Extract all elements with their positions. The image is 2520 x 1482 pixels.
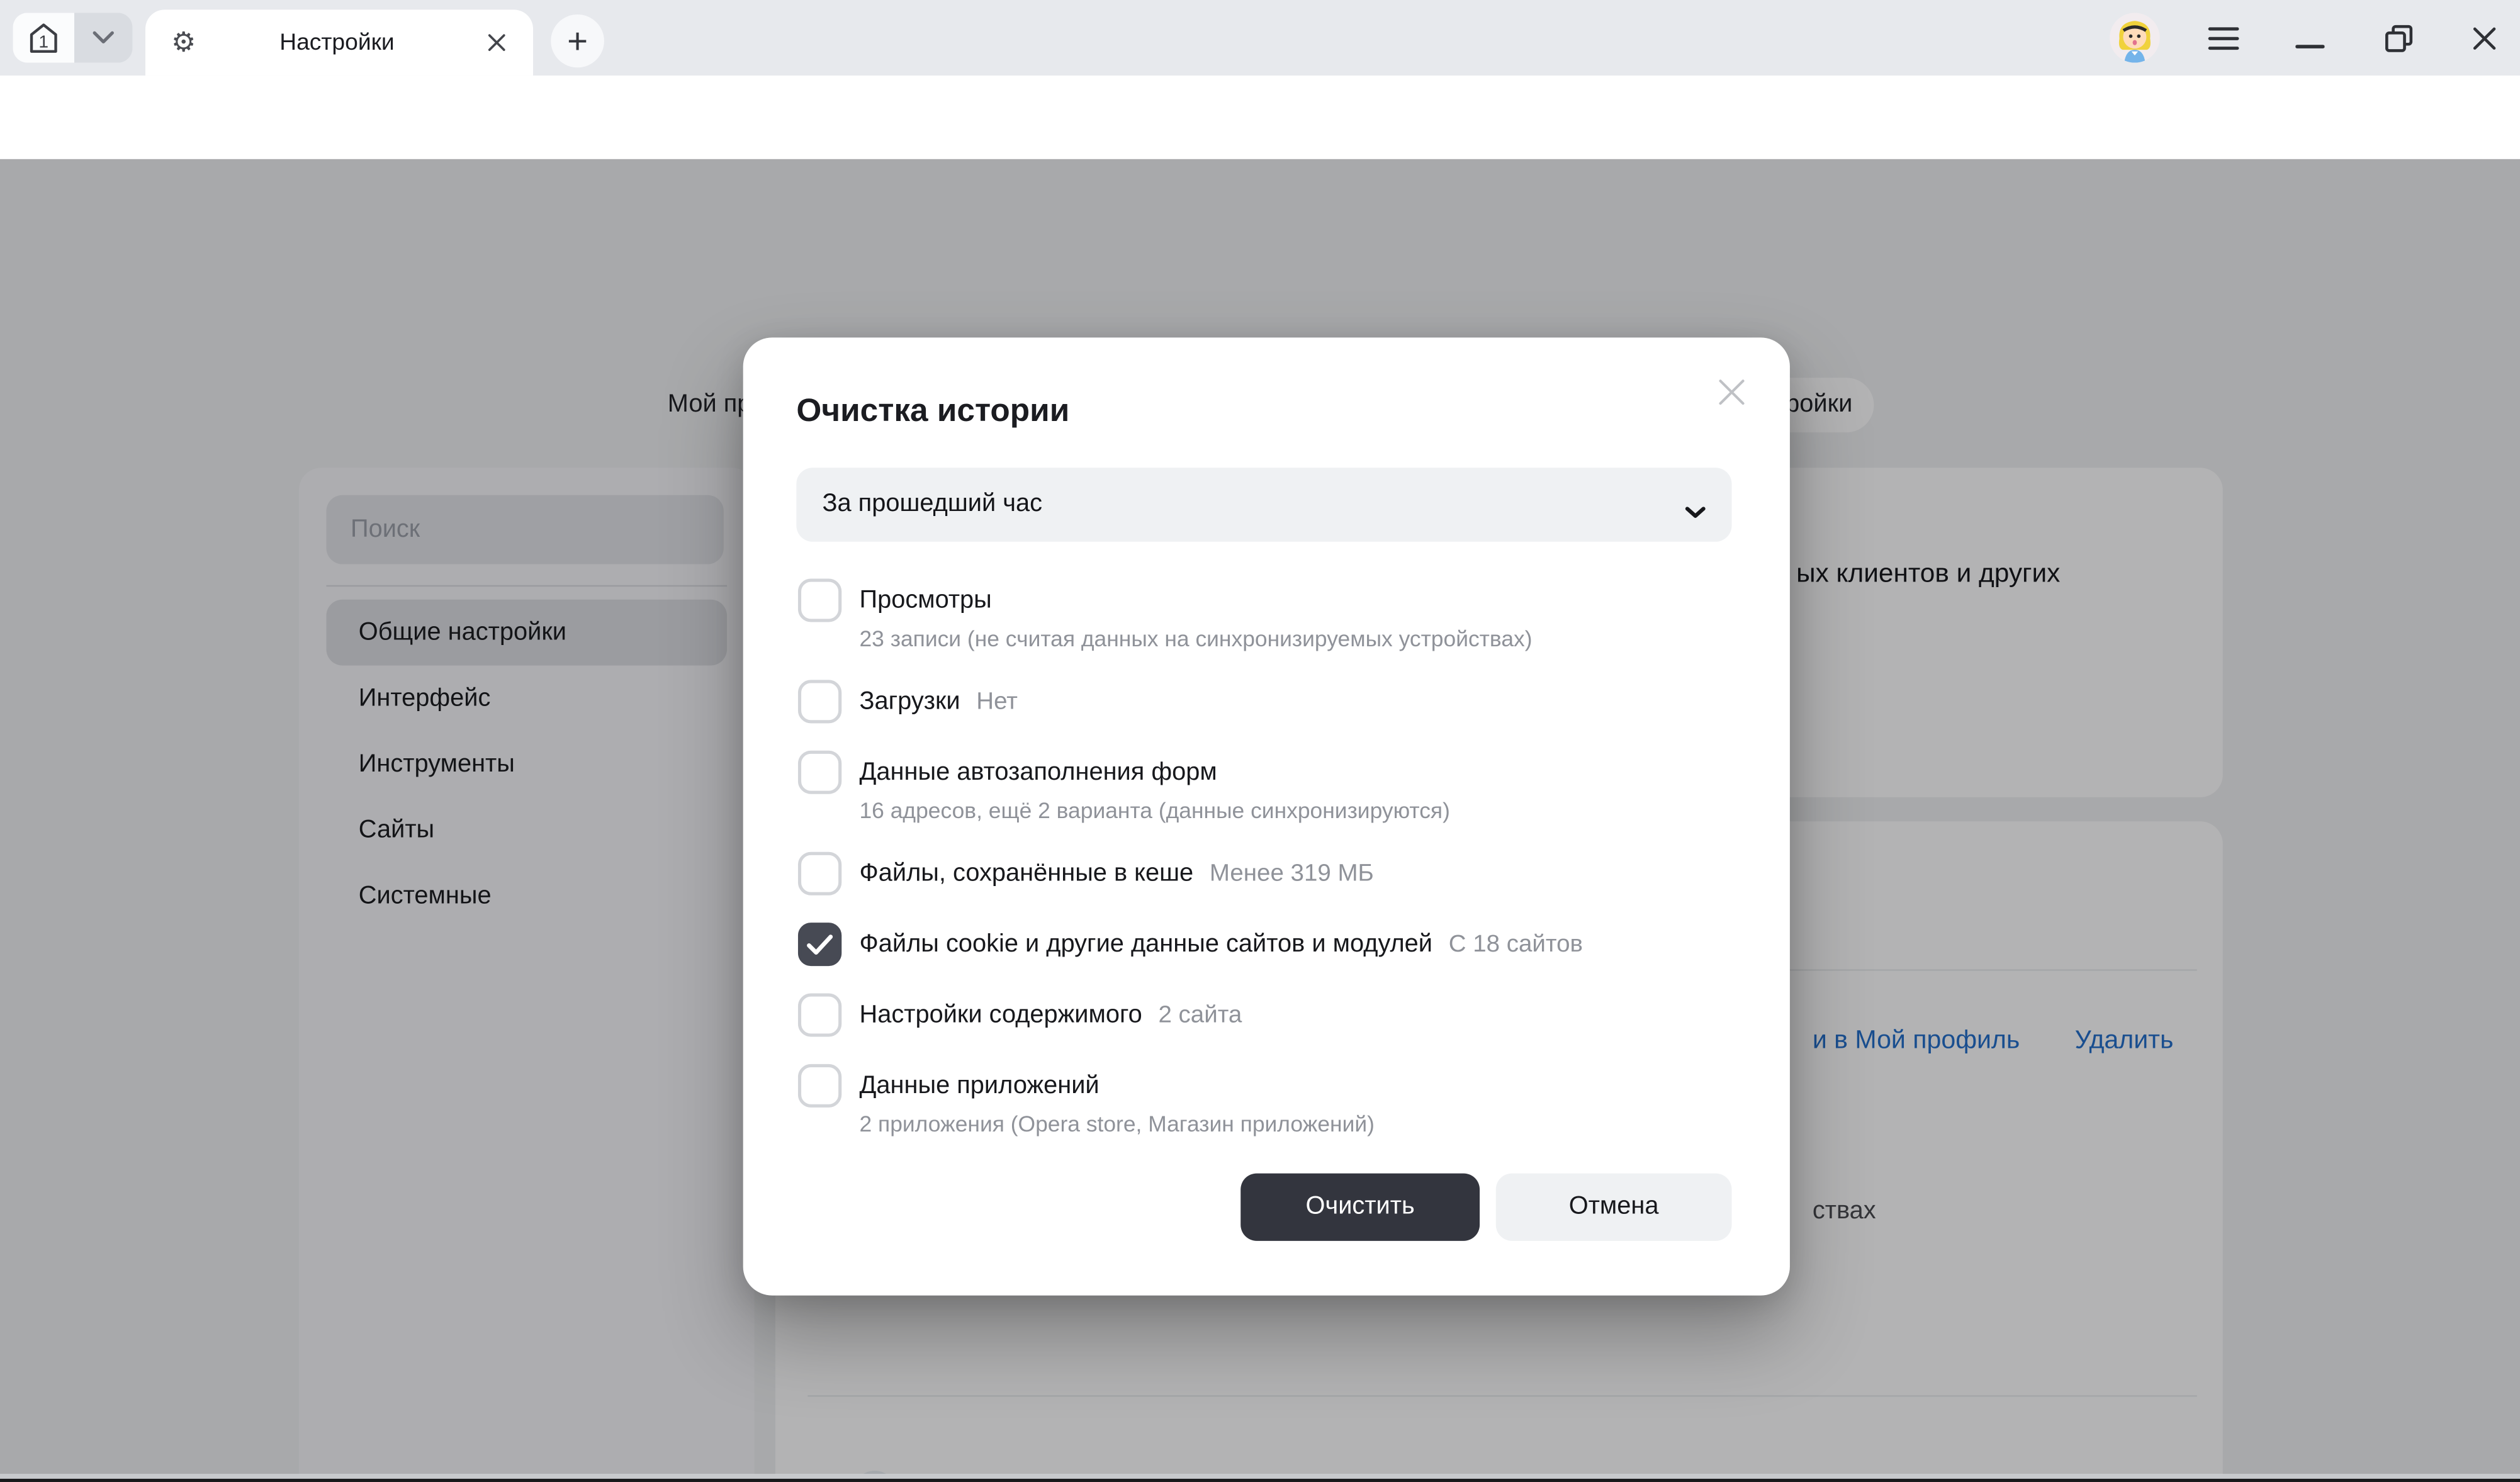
option-text: Данные приложений 2 приложения (Opera st… (859, 1064, 1374, 1143)
option-label: Файлы cookie и другие данные сайтов и мо… (859, 923, 1432, 966)
close-window-button[interactable] (2467, 21, 2502, 56)
clear-history-option[interactable]: Загрузки Нет (798, 680, 1732, 728)
option-value: Нет (976, 688, 1018, 715)
option-text: Просмотры 23 записи (не считая данных на… (859, 579, 1532, 658)
tab-settings[interactable]: ⚙ Настройки (145, 9, 533, 76)
svg-text:1: 1 (38, 31, 48, 50)
dialog-close-button[interactable] (1716, 376, 1748, 408)
tab-strip: 1 ⚙ Настройки + (0, 0, 2520, 76)
screen-bottom-line (0, 1478, 2520, 1482)
restore-icon (2383, 23, 2415, 55)
tab-title: Настройки (196, 30, 478, 55)
clear-history-options: Просмотры 23 записи (не считая данных на… (798, 579, 1732, 1165)
maximize-button[interactable] (2381, 21, 2416, 56)
option-text: Файлы cookie и другие данные сайтов и мо… (859, 923, 1583, 971)
gear-icon: ⚙ (171, 29, 196, 56)
period-select-value: За прошедший час (822, 468, 1042, 541)
close-icon (1717, 378, 1746, 407)
option-label: Просмотры (859, 579, 991, 622)
option-text: Данные автозаполнения форм 16 адресов, е… (859, 751, 1449, 829)
option-label: Данные автозаполнения форм (859, 751, 1217, 794)
minimize-icon (2295, 21, 2324, 56)
tab-count-button[interactable]: 1 (13, 13, 75, 62)
new-tab-button[interactable]: + (551, 14, 604, 67)
option-text: Загрузки Нет (859, 680, 1017, 728)
option-label: Файлы, сохранённые в кеше (859, 852, 1193, 895)
girl-avatar-icon (2110, 13, 2160, 62)
menu-button[interactable] (2205, 21, 2241, 56)
close-icon (487, 34, 505, 52)
option-value: 2 сайта (1158, 1001, 1242, 1028)
clear-history-option[interactable]: Данные автозаполнения форм 16 адресов, е… (798, 751, 1732, 829)
chevron-down-icon (92, 31, 115, 45)
chevron-down-icon (1685, 498, 1706, 527)
clear-history-option[interactable]: Файлы cookie и другие данные сайтов и мо… (798, 923, 1732, 971)
checkbox[interactable] (798, 852, 841, 895)
tab-group-control: 1 (13, 13, 133, 62)
toolbar: Я Y settings Настройки (0, 76, 2520, 159)
cancel-button[interactable]: Отмена (1496, 1174, 1732, 1241)
checkbox[interactable] (798, 923, 841, 966)
hamburger-icon (2207, 27, 2238, 50)
checkbox[interactable] (798, 680, 841, 723)
dialog-title: Очистка истории (796, 394, 1069, 431)
option-label: Загрузки (859, 680, 960, 723)
clear-history-dialog: Очистка истории За прошедший час (743, 337, 1790, 1295)
checkbox[interactable] (798, 993, 841, 1036)
clear-history-option[interactable]: Просмотры 23 записи (не считая данных на… (798, 579, 1732, 658)
tab-close-button[interactable] (478, 25, 514, 60)
clear-button[interactable]: Очистить (1240, 1174, 1480, 1241)
option-label: Данные приложений (859, 1064, 1099, 1108)
dialog-buttons: Очистить Отмена (1240, 1174, 1731, 1241)
tab-shield-icon: 1 (25, 18, 64, 57)
tab-list-dropdown-button[interactable] (74, 13, 132, 62)
clear-history-option[interactable]: Данные приложений 2 приложения (Opera st… (798, 1064, 1732, 1143)
minimize-button[interactable] (2292, 21, 2327, 56)
checkbox[interactable] (798, 579, 841, 622)
checkmark-icon (806, 933, 834, 956)
option-subtext: 23 записи (не считая данных на синхрониз… (859, 626, 1532, 653)
period-select[interactable]: За прошедший час (796, 468, 1731, 541)
checkbox[interactable] (798, 1064, 841, 1108)
clear-history-option[interactable]: Настройки содержимого 2 сайта (798, 993, 1732, 1041)
clear-history-option[interactable]: Файлы, сохранённые в кеше Менее 319 МБ (798, 852, 1732, 901)
option-value: С 18 сайтов (1449, 931, 1583, 958)
checkbox[interactable] (798, 751, 841, 794)
option-value: Менее 319 МБ (1210, 860, 1374, 887)
close-icon (2472, 26, 2497, 52)
option-text: Файлы, сохранённые в кеше Менее 319 МБ (859, 852, 1373, 901)
browser-profile-avatar[interactable] (2110, 13, 2160, 62)
browser-window: 1 ⚙ Настройки + (0, 0, 2520, 1482)
option-subtext: 16 адресов, ещё 2 варианта (данные синхр… (859, 797, 1449, 824)
option-text: Настройки содержимого 2 сайта (859, 993, 1242, 1041)
option-label: Настройки содержимого (859, 993, 1142, 1036)
option-subtext: 2 приложения (Opera store, Магазин прило… (859, 1111, 1374, 1138)
